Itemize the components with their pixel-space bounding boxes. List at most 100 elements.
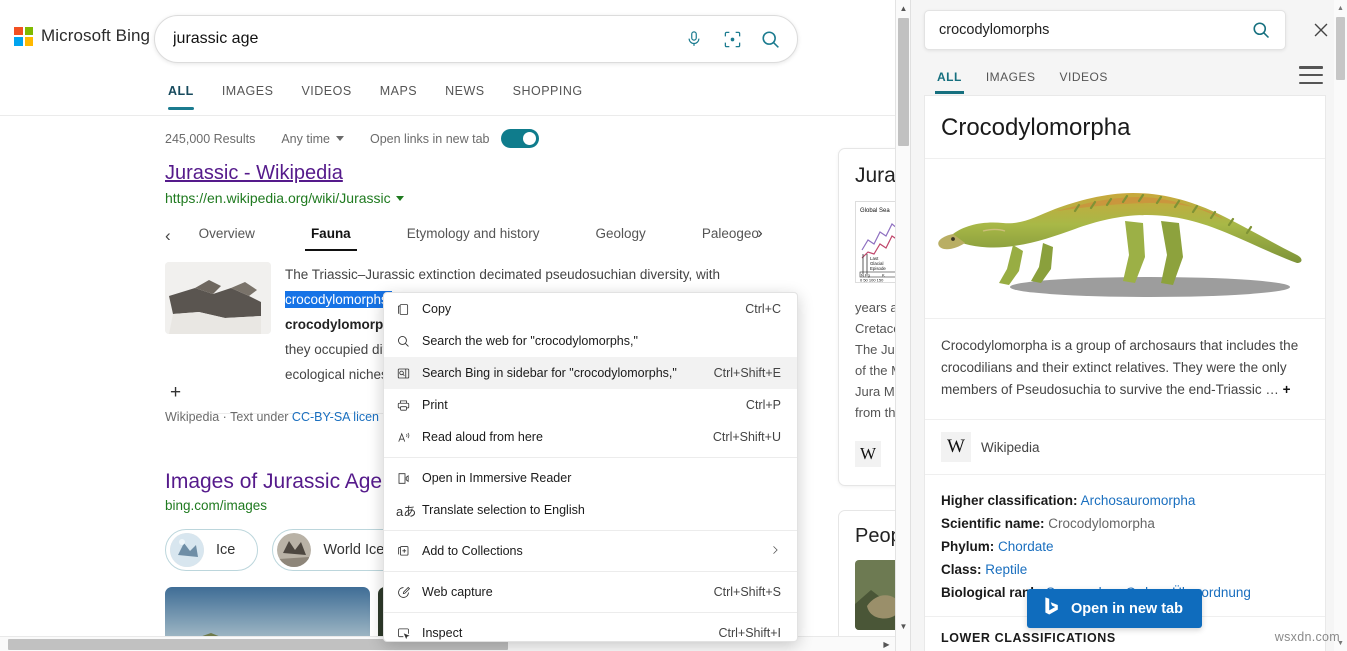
nav-tab-news[interactable]: NEWS <box>431 74 499 110</box>
context-menu-item-print[interactable]: Print Ctrl+P <box>384 389 797 421</box>
open-links-toggle-group[interactable]: Open links in new tab <box>370 129 539 148</box>
menu-shortcut: Ctrl+P <box>745 398 781 412</box>
sidebar-vscroll-thumb[interactable] <box>1336 17 1345 80</box>
svg-text:0 50 100 150: 0 50 100 150 <box>860 278 884 283</box>
entity-hero-image[interactable] <box>925 159 1325 319</box>
bing-sidebar-panel: ALL IMAGES VIDEOS Crocodylomorpha <box>910 0 1347 651</box>
deeplink-next-icon[interactable]: › <box>747 220 773 246</box>
header-divider <box>0 115 895 116</box>
deeplink-overview[interactable]: Overview <box>199 220 255 251</box>
svg-text:Global Sea: Global Sea <box>860 208 890 214</box>
results-filter-row: 245,000 Results Any time Open links in n… <box>165 129 539 148</box>
context-menu-item-search-web[interactable]: Search the web for "crocodylomorphs," <box>384 325 797 357</box>
search-input[interactable] <box>155 30 675 48</box>
context-menu-item-add-to-collections[interactable]: Add to Collections <box>384 535 797 567</box>
results-count: 245,000 Results <box>165 131 256 146</box>
read-aloud-icon <box>396 430 422 445</box>
deeplink-etymology[interactable]: Etymology and history <box>407 220 540 251</box>
bing-logo-text: Microsoft Bing <box>41 26 151 45</box>
sidebar-search-box[interactable] <box>924 10 1286 50</box>
bing-header: Microsoft Bing jurassic age ALL IMAGES V… <box>0 0 895 116</box>
search-submit-icon[interactable] <box>751 20 789 58</box>
deeplink-fauna[interactable]: Fauna <box>304 220 357 251</box>
menu-shortcut: Ctrl+Shift+U <box>712 430 781 444</box>
context-menu-item-translate[interactable]: aあ Translate selection to English <box>384 494 797 526</box>
menu-label: Search Bing in sidebar for "crocodylomor… <box>422 366 677 380</box>
menu-label: Copy <box>422 302 452 316</box>
context-menu-item-inspect[interactable]: Inspect Ctrl+Shift+I <box>384 617 797 641</box>
main-vertical-scrollbar[interactable]: ▲ ▼ <box>895 0 910 651</box>
fact-value[interactable]: Archosauromorpha <box>1081 493 1196 508</box>
deeplink-geology[interactable]: Geology <box>596 220 646 251</box>
hscroll-right-arrow-icon[interactable]: ▶ <box>879 637 894 651</box>
fact-value[interactable]: Reptile <box>985 562 1027 577</box>
nav-tab-shopping[interactable]: SHOPPING <box>499 74 597 110</box>
open-in-new-tab-button[interactable]: Open in new tab <box>1027 589 1202 628</box>
result-url[interactable]: https://en.wikipedia.org/wiki/Jurassic <box>165 190 785 206</box>
attribution-license-link[interactable]: CC-BY-SA licen <box>292 410 379 424</box>
microphone-icon[interactable] <box>675 20 713 58</box>
rail-sea-level-chart: Global Sea Last Glacial Episode N Pg K 0… <box>855 201 895 283</box>
context-menu-item-search-bing-sidebar[interactable]: Search Bing in sidebar for "crocodylomor… <box>384 357 797 389</box>
fact-label: Higher classification: <box>941 493 1078 508</box>
snippet-selected-text[interactable]: crocodylomorphs, <box>285 291 392 308</box>
deeplink-prev-icon[interactable]: ‹ <box>165 223 171 249</box>
submenu-chevron-right-icon <box>769 544 781 559</box>
chip-thumbnail <box>170 533 204 567</box>
entity-description-text: Crocodylomorpha is a group of archosaurs… <box>941 338 1299 397</box>
svg-text:Episode: Episode <box>870 266 886 271</box>
plus-icon[interactable]: + <box>1283 382 1291 397</box>
sidebar-tab-videos[interactable]: VIDEOS <box>1048 62 1120 94</box>
rail-card-source[interactable]: W <box>855 441 895 467</box>
menu-label: Inspect <box>422 626 463 640</box>
vscroll-up-arrow-icon[interactable]: ▲ <box>896 0 911 17</box>
sidebar-search-input[interactable] <box>925 22 1247 38</box>
rail-body-line: years a <box>855 300 895 315</box>
context-menu-item-immersive-reader[interactable]: Open in Immersive Reader <box>384 462 797 494</box>
nav-tab-videos[interactable]: VIDEOS <box>287 74 365 110</box>
snippet-attribution: Wikipedia · Text under CC-BY-SA licen <box>165 410 379 424</box>
time-filter-dropdown[interactable]: Any time <box>281 132 344 146</box>
nav-tab-all[interactable]: ALL <box>154 74 208 110</box>
menu-label: Read aloud from here <box>422 430 543 444</box>
sidebar-close-icon[interactable] <box>1310 19 1332 41</box>
snippet-expand-plus-icon[interactable]: + <box>170 383 181 402</box>
sidebar-search-icon[interactable] <box>1247 20 1285 40</box>
menu-separator <box>384 530 797 531</box>
context-menu-item-read-aloud[interactable]: Read aloud from here Ctrl+Shift+U <box>384 421 797 453</box>
snippet-thumbnail[interactable] <box>165 262 271 334</box>
hamburger-menu-icon[interactable] <box>1299 66 1323 84</box>
watermark: wsxdn.com <box>1274 630 1340 644</box>
sidebar-tab-images[interactable]: IMAGES <box>974 62 1048 94</box>
result-title-link[interactable]: Jurassic - Wikipedia <box>165 160 785 186</box>
menu-label: Translate selection to English <box>422 503 585 517</box>
chevron-down-icon[interactable] <box>395 195 404 201</box>
vscroll-down-arrow-icon[interactable]: ▼ <box>896 618 911 635</box>
entity-source[interactable]: W Wikipedia <box>925 419 1325 474</box>
attribution-prefix: Wikipedia · Text under <box>165 410 292 424</box>
rail-card-body: years a Cretace The Jur of the M Jura Mo… <box>855 297 895 423</box>
context-menu[interactable]: Copy Ctrl+C Search the web for "crocodyl… <box>383 292 798 642</box>
rail-people-card: Peop <box>838 510 895 645</box>
nav-tab-images[interactable]: IMAGES <box>208 74 288 110</box>
sidebar-vscroll-up-arrow-icon[interactable]: ▲ <box>1334 0 1347 16</box>
nav-tab-maps[interactable]: MAPS <box>366 74 431 110</box>
main-vscroll-thumb[interactable] <box>898 18 909 146</box>
sidebar-vertical-scrollbar[interactable]: ▲ ▼ <box>1334 0 1347 651</box>
sidebar-tab-all[interactable]: ALL <box>925 62 974 94</box>
translate-icon: aあ <box>396 503 417 519</box>
context-menu-item-copy[interactable]: Copy Ctrl+C <box>384 293 797 325</box>
organic-result: Jurassic - Wikipedia https://en.wikipedi… <box>165 160 785 414</box>
chip-thumbnail <box>277 533 312 567</box>
chip-ice[interactable]: Ice <box>165 529 259 571</box>
wikipedia-icon: W <box>941 432 971 462</box>
rail-people-thumbnail[interactable] <box>855 560 895 630</box>
bing-logo[interactable]: Microsoft Bing <box>14 26 150 46</box>
fact-value[interactable]: Chordate <box>998 539 1054 554</box>
sidebar-header <box>911 0 1347 58</box>
fact-row: Class: Reptile <box>941 558 1309 581</box>
context-menu-item-web-capture[interactable]: Web capture Ctrl+Shift+S <box>384 576 797 608</box>
search-box[interactable] <box>154 15 798 63</box>
open-links-toggle[interactable] <box>500 129 539 148</box>
visual-search-icon[interactable] <box>713 20 751 58</box>
